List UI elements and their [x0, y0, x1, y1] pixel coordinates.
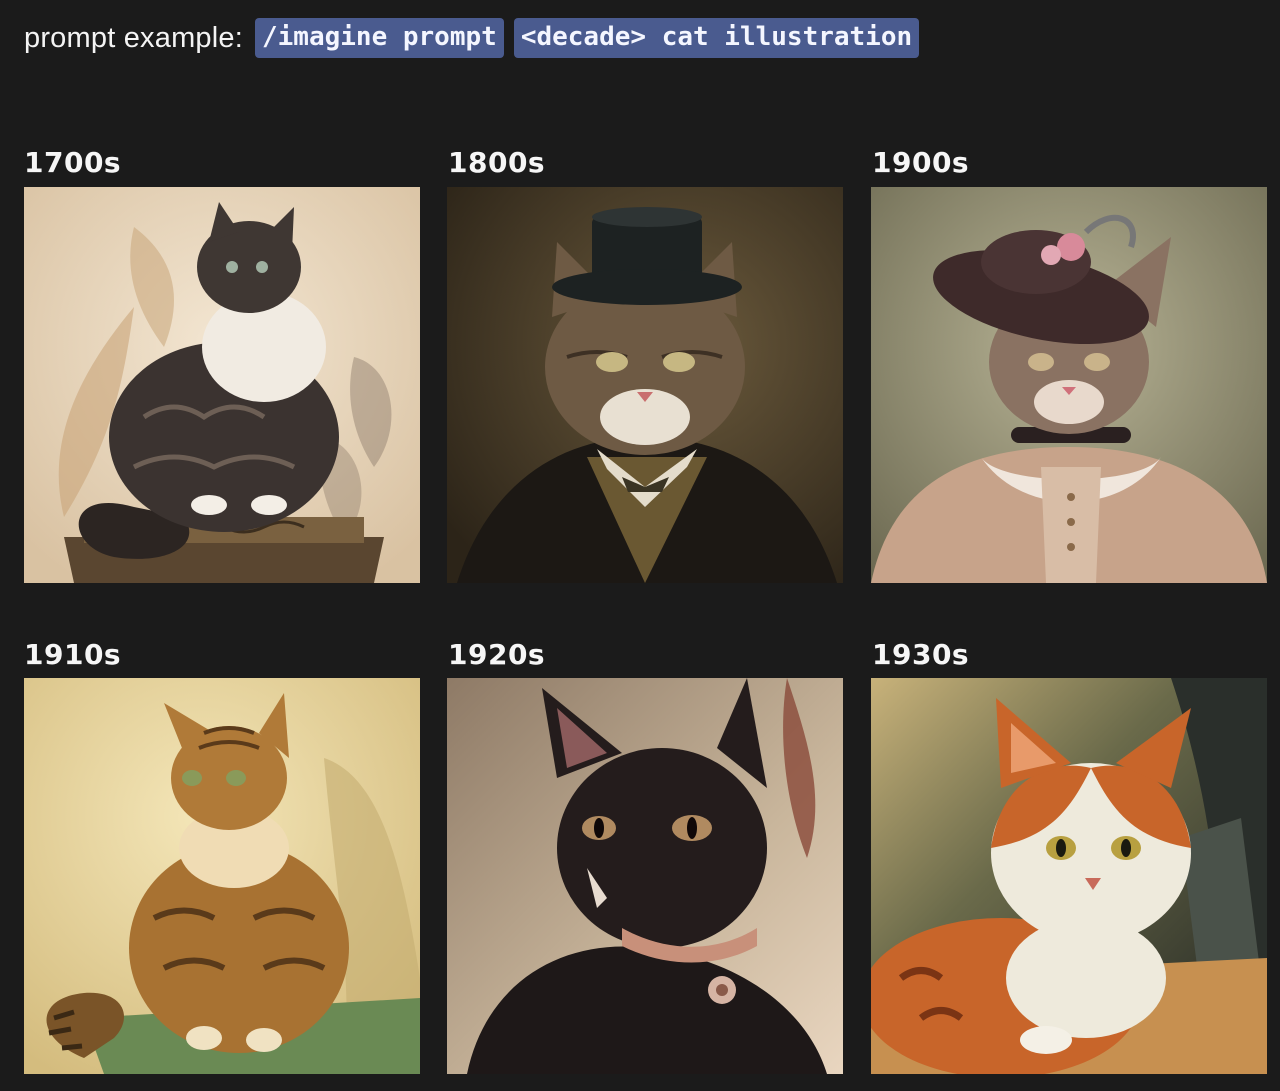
cat-illustration-1900s	[871, 187, 1267, 583]
era-title-1700s: 1700s	[24, 146, 122, 179]
cat-illustration-1800s	[447, 187, 843, 583]
cat-image-1700s	[24, 187, 420, 583]
prompt-label: prompt example:	[24, 21, 243, 54]
cat-illustration-1930s	[871, 678, 1267, 1074]
cat-image-1900s	[871, 187, 1267, 583]
cat-illustration-1920s	[447, 678, 843, 1074]
cat-image-1910s	[24, 678, 420, 1074]
cat-image-1920s	[447, 678, 843, 1074]
cat-illustration-1910s	[24, 678, 420, 1074]
prompt-example: prompt example: /imagine prompt <decade>…	[24, 18, 920, 58]
era-title-1900s: 1900s	[872, 146, 970, 179]
cat-image-1800s	[447, 187, 843, 583]
era-title-1930s: 1930s	[872, 638, 970, 671]
era-title-1920s: 1920s	[448, 638, 546, 671]
cat-image-1930s	[871, 678, 1267, 1074]
era-title-1800s: 1800s	[448, 146, 546, 179]
era-title-1910s: 1910s	[24, 638, 122, 671]
cat-illustration-1700s	[24, 187, 420, 583]
command-chip: /imagine prompt	[255, 18, 504, 58]
prompt-text-chip: <decade> cat illustration	[513, 18, 920, 58]
